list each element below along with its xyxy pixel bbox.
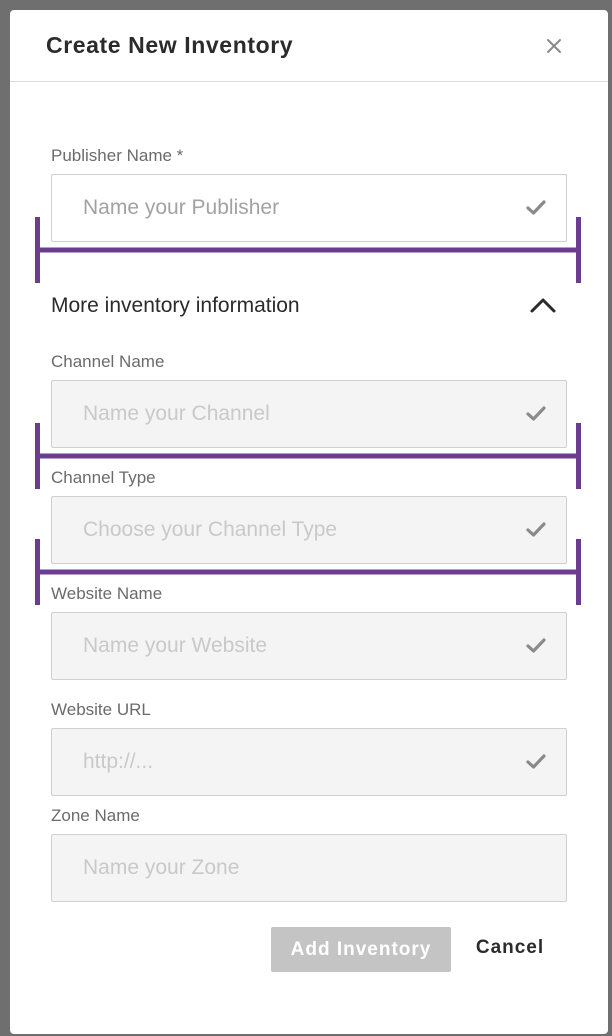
website-name-field [51,612,567,680]
website-url-label: Website URL [51,700,151,719]
channel-name-field [51,380,567,448]
close-button[interactable] [542,34,566,58]
channel-name-label: Channel Name [51,352,165,371]
collapse-section-button[interactable] [528,294,558,318]
channel-type-label: Channel Type [51,468,156,487]
check-icon [526,521,546,539]
publisher-name-input[interactable] [52,175,566,241]
website-url-input[interactable] [52,729,566,795]
zone-name-field [51,834,567,902]
modal-header: Create New Inventory [10,10,608,82]
channel-name-input[interactable] [52,381,566,447]
modal-title: Create New Inventory [46,32,294,58]
publisher-name-field [51,174,567,242]
check-icon [526,199,546,217]
check-icon [526,637,546,655]
channel-type-field [51,496,567,564]
zone-name-label: Zone Name [51,806,140,825]
website-url-field [51,728,567,796]
check-icon [526,405,546,423]
website-name-label: Website Name [51,584,163,603]
check-icon [526,753,546,771]
website-name-input[interactable] [52,613,566,679]
cancel-button[interactable]: Cancel [462,930,558,966]
zone-name-input[interactable] [52,835,566,901]
section-title: More inventory information [51,294,300,317]
close-icon [547,39,561,53]
chevron-up-icon [530,298,556,313]
create-inventory-modal: Create New Inventory Publisher Name * Mo… [10,10,608,1034]
channel-type-input[interactable] [52,497,566,563]
add-inventory-button[interactable]: Add Inventory [271,927,451,972]
publisher-name-label: Publisher Name * [51,146,184,165]
